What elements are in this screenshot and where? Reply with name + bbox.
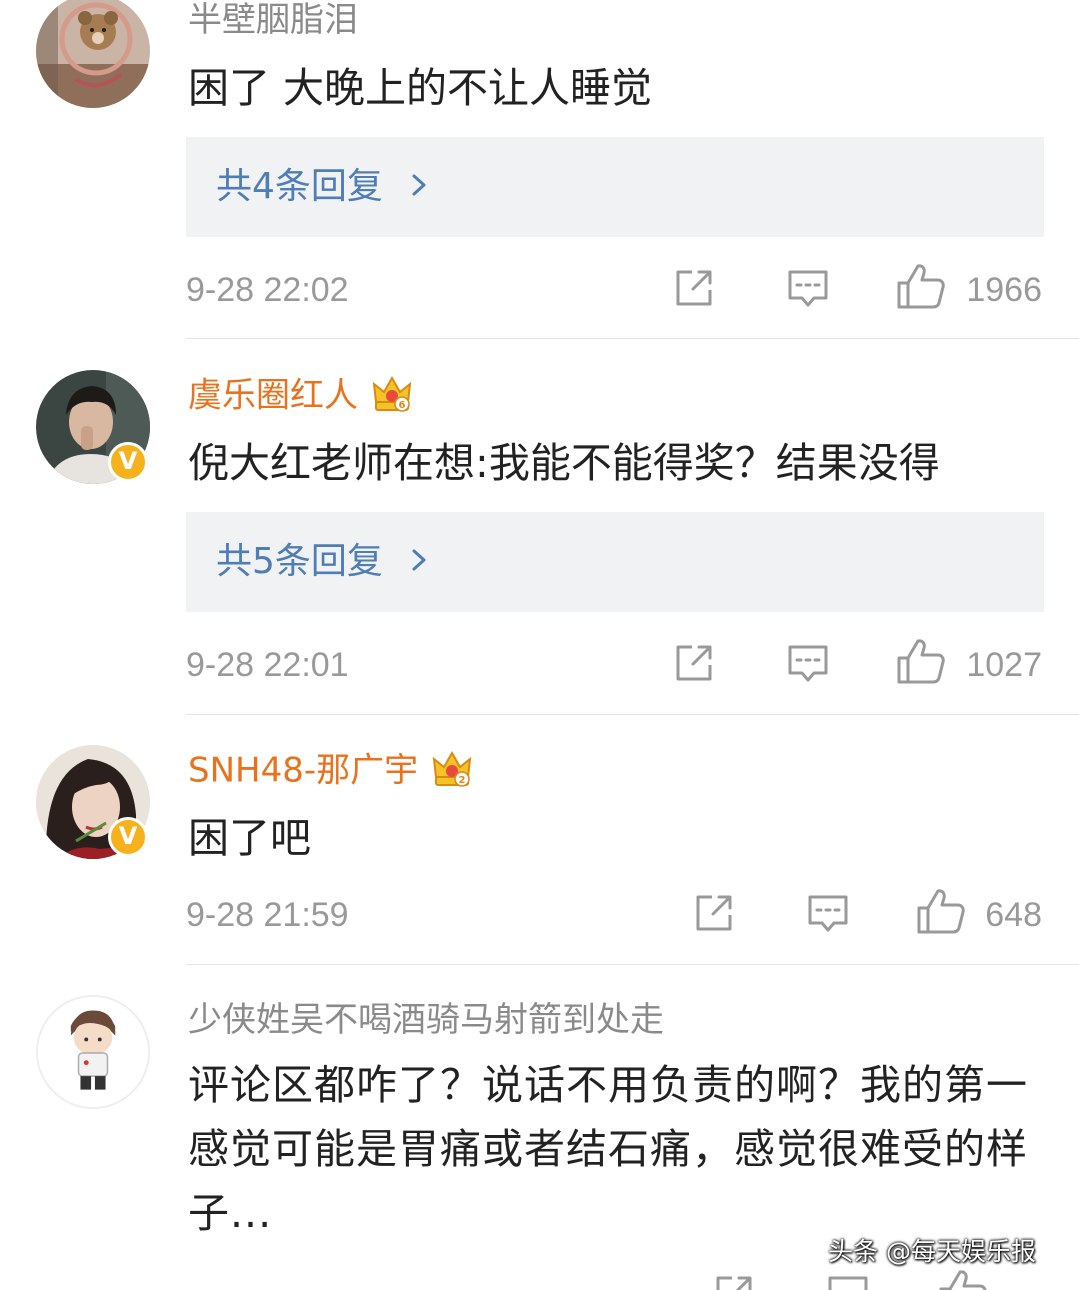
like-count: 648 bbox=[985, 896, 1042, 934]
user-avatar[interactable] bbox=[36, 995, 150, 1109]
share-icon bbox=[676, 270, 712, 306]
comment-text: 倪大红老师在想:我能不能得奖？结果没得 bbox=[188, 439, 940, 487]
comment-text: 困了吧 bbox=[188, 814, 311, 862]
chevron-right-icon bbox=[412, 549, 426, 571]
verified-badge-icon: V bbox=[108, 442, 148, 482]
comment-time: 9-28 22:01 bbox=[186, 646, 349, 684]
comment-icon bbox=[828, 1276, 868, 1290]
thumbs-up-icon bbox=[897, 639, 945, 684]
verified-badge-icon: V bbox=[108, 817, 148, 857]
share-button[interactable] bbox=[673, 267, 715, 313]
thumbs-up-icon bbox=[897, 264, 945, 309]
username-text: 虞乐圈红人 bbox=[188, 375, 358, 416]
comment-meta: 9-28 21:59 648 bbox=[186, 887, 1044, 940]
share-button[interactable] bbox=[673, 642, 715, 688]
share-button[interactable] bbox=[713, 1273, 755, 1290]
username[interactable]: SNH48-那广宇 2 bbox=[188, 750, 474, 794]
comment-icon bbox=[788, 270, 828, 307]
reply-button[interactable] bbox=[786, 642, 830, 688]
like-count: 1027 bbox=[966, 646, 1042, 684]
comment-item: 半壁胭脂泪 困了 大晚上的不让人睡觉 共4条回复 9-28 22:02 1966 bbox=[0, 0, 1079, 340]
user-avatar[interactable]: V bbox=[36, 370, 150, 484]
username[interactable]: 虞乐圈红人 6 bbox=[188, 375, 414, 419]
comment-icon bbox=[808, 895, 848, 932]
watermark: 头条 @每天娱乐报 bbox=[828, 1237, 1036, 1266]
comment-item: V 虞乐圈红人 6 倪大红老师在想:我能不能得奖？结果没得 共5条回复 9-28… bbox=[0, 340, 1079, 715]
crown-badge-icon: 6 bbox=[372, 375, 412, 412]
divider bbox=[186, 338, 1079, 339]
replies-link[interactable]: 共4条回复 bbox=[186, 137, 1044, 237]
comment-list-page: 半壁胭脂泪 困了 大晚上的不让人睡觉 共4条回复 9-28 22:02 1966… bbox=[0, 0, 1079, 1290]
avatar-image bbox=[38, 997, 148, 1107]
comment-icon bbox=[788, 645, 828, 682]
reply-button[interactable] bbox=[806, 892, 850, 938]
avatar-image bbox=[36, 0, 150, 108]
like-button[interactable] bbox=[896, 262, 946, 314]
reply-button[interactable] bbox=[786, 267, 830, 313]
thumbs-up-icon bbox=[917, 889, 965, 934]
crown-badge-icon: 2 bbox=[432, 750, 472, 787]
share-icon bbox=[716, 1276, 752, 1290]
user-avatar[interactable]: V bbox=[36, 745, 150, 859]
comment-item: V SNH48-那广宇 2 困了吧 9-28 21:59 648 bbox=[0, 715, 1079, 965]
comment-time: 9-28 22:02 bbox=[186, 271, 349, 309]
user-avatar[interactable] bbox=[36, 0, 150, 108]
chevron-right-icon bbox=[412, 174, 426, 196]
comment-meta: 9-28 22:02 1966 bbox=[186, 262, 1044, 315]
share-icon bbox=[696, 895, 732, 931]
comment-meta: 9-28 22:01 1027 bbox=[186, 637, 1044, 690]
username[interactable]: 半壁胭脂泪 bbox=[188, 0, 358, 40]
svg-text:2: 2 bbox=[459, 775, 466, 786]
svg-text:6: 6 bbox=[399, 400, 406, 411]
reply-button[interactable] bbox=[826, 1273, 870, 1290]
username[interactable]: 少侠姓吴不喝酒骑马射箭到处走 bbox=[188, 1000, 664, 1040]
share-icon bbox=[676, 645, 712, 681]
comment-time: 9-28 21:59 bbox=[186, 896, 349, 934]
comment-text: 评论区都咋了？说话不用负责的啊？我的第一感觉可能是胃痛或者结石痛，感觉很难受的样… bbox=[188, 1061, 1028, 1237]
like-button[interactable] bbox=[896, 637, 946, 689]
comment-text: 困了 大晚上的不让人睡觉 bbox=[188, 64, 653, 112]
replies-label: 共5条回复 bbox=[216, 541, 383, 582]
replies-link[interactable]: 共5条回复 bbox=[186, 512, 1044, 612]
username-text: SNH48-那广宇 bbox=[188, 750, 419, 791]
like-button[interactable] bbox=[916, 887, 966, 939]
share-button[interactable] bbox=[693, 892, 735, 938]
comment-meta-partial bbox=[186, 1270, 1044, 1290]
like-count: 1966 bbox=[966, 271, 1042, 309]
replies-label: 共4条回复 bbox=[216, 166, 383, 207]
